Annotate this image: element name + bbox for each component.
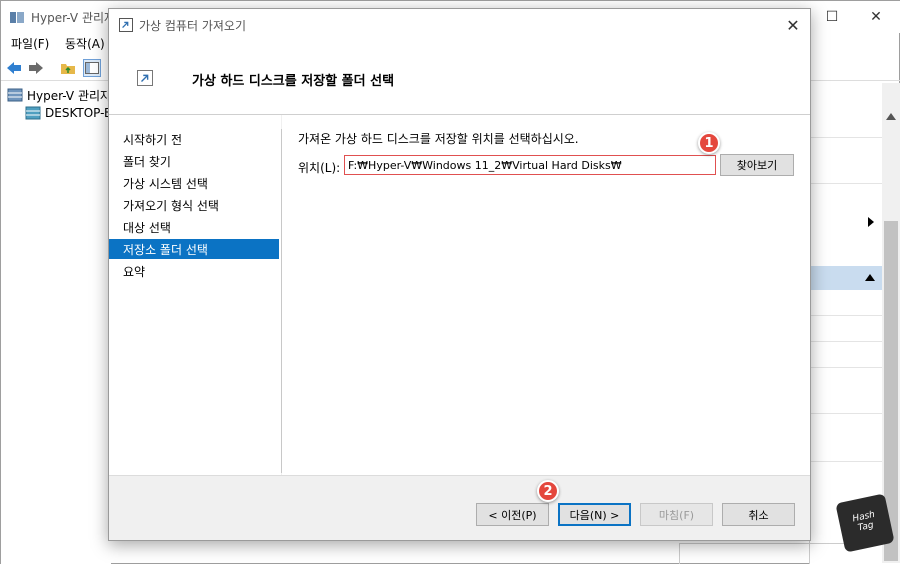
divider [810,315,882,316]
cancel-button[interactable]: 취소 [722,503,795,526]
tree-item-label: DESKTOP-B [45,106,113,120]
content-panel: 가져온 가상 하드 디스크를 저장할 위치를 선택하십시오. 위치(L): 찾아… [282,115,810,475]
annotation-badge-1: 1 [698,132,720,154]
dialog-close-button[interactable]: ✕ [782,14,804,36]
bg-window-title: Hyper-V 관리자 [31,11,116,25]
dialog-header: 가상 하드 디스크를 저장할 폴더 선택 [109,40,810,115]
dialog-titlebar: 가상 컴퓨터 가져오기 ✕ [109,9,810,40]
previous-button[interactable]: < 이전(P) [476,503,549,526]
tree-item-label: Hyper-V 관리자 [27,88,112,103]
server-icon [7,88,23,102]
step-select-vm[interactable]: 가상 시스템 선택 [109,173,279,193]
wizard-icon [137,70,153,86]
next-button[interactable]: 다음(N) > [558,503,631,526]
tree-item-hyperv-manager[interactable]: Hyper-V 관리자 [7,85,111,105]
button-bar: < 이전(P) 다음(N) > 마침(F) 취소 [109,475,810,540]
actions-pane [809,83,900,564]
import-vm-icon [119,18,133,32]
annotation-badge-2: 2 [537,480,559,502]
divider [810,341,882,342]
back-arrow-icon[interactable] [5,59,23,77]
finish-button: 마침(F) [640,503,713,526]
location-input[interactable] [344,155,716,175]
divider [810,367,882,368]
forward-arrow-icon[interactable] [27,59,45,77]
hyperv-app-icon [10,12,24,23]
step-destination[interactable]: 대상 선택 [109,217,279,237]
host-computer-icon [25,106,41,120]
page-title: 가상 하드 디스크를 저장할 폴더 선택 [192,74,395,89]
maximize-button[interactable]: ☐ [809,1,855,33]
menu-action[interactable]: 동작(A) [65,35,105,52]
step-import-type[interactable]: 가져오기 형식 선택 [109,195,279,215]
location-label: 위치(L): [298,161,341,175]
divider [810,413,882,414]
import-vm-dialog: 가상 컴퓨터 가져오기 ✕ 가상 하드 디스크를 저장할 폴더 선택 시작하기 … [108,8,811,541]
divider [810,137,882,138]
menu-file[interactable]: 파일(F) [11,35,49,52]
hashtag-watermark-logo: Hash Tag [835,493,895,553]
watermark-line2: Tag [857,520,875,534]
tree-item-host[interactable]: DESKTOP-B [25,103,112,123]
instruction-text: 가져온 가상 하드 디스크를 저장할 위치를 선택하십시오. [298,132,579,146]
step-storage-folder[interactable]: 저장소 폴더 선택 [109,239,279,259]
console-tree: Hyper-V 관리자 DESKTOP-B [1,83,112,564]
step-summary[interactable]: 요약 [109,261,279,281]
divider [810,183,882,184]
step-locate-folder[interactable]: 폴더 찾기 [109,151,279,171]
console-tree-icon[interactable] [83,59,101,77]
up-folder-icon[interactable] [59,59,77,77]
close-button[interactable]: ✕ [853,1,899,33]
actions-section-selected[interactable] [810,266,882,290]
step-before-you-begin[interactable]: 시작하기 전 [109,129,279,149]
scroll-up-icon[interactable] [886,113,896,120]
divider [810,461,882,462]
chevron-right-icon[interactable] [868,217,874,227]
chevron-up-icon [865,274,875,281]
wizard-steps: 시작하기 전 폴더 찾기 가상 시스템 선택 가져오기 형식 선택 대상 선택 … [109,115,281,475]
dialog-title: 가상 컴퓨터 가져오기 [139,19,246,33]
browse-button[interactable]: 찾아보기 [720,154,794,176]
